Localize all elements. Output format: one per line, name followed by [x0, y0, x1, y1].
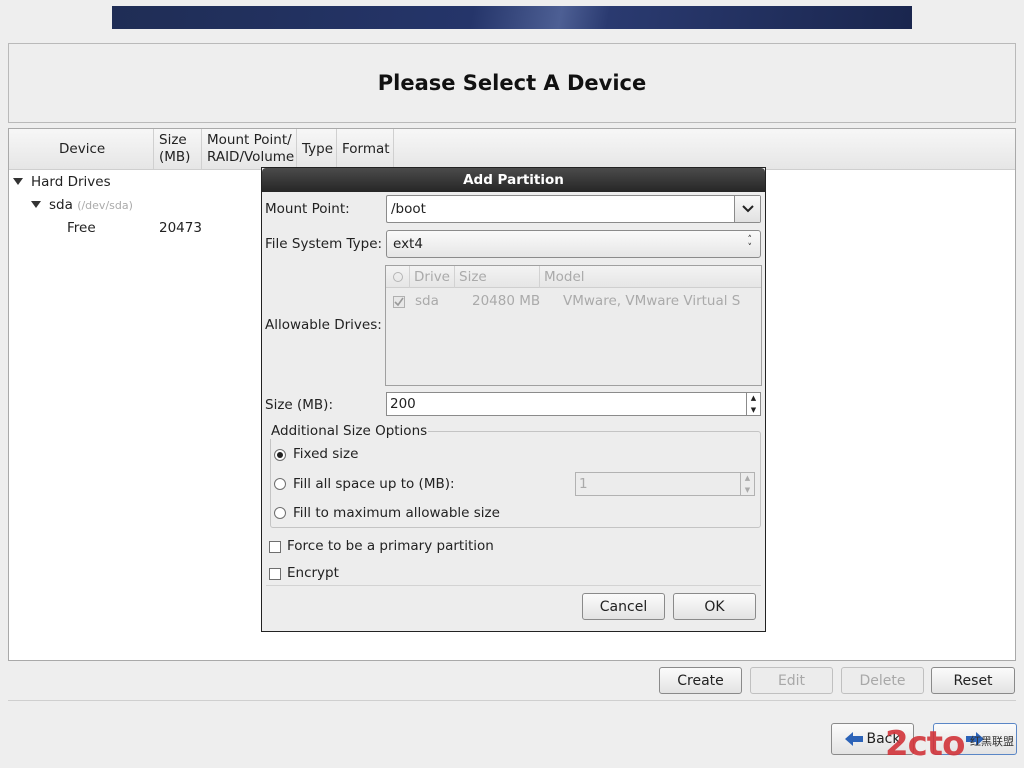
dialog-titlebar[interactable]: Add Partition	[262, 168, 765, 192]
force-primary-label[interactable]: Force to be a primary partition	[287, 538, 494, 554]
expander-triangle-icon[interactable]	[13, 178, 23, 185]
fill-up-to-spinner: 1 ▲ ▼	[575, 472, 755, 496]
device-tree-header: Device Size (MB) Mount Point/ RAID/Volum…	[9, 129, 1015, 170]
allowable-drives-list[interactable]: Drive Size Model sda 20480 MB VMware, VM…	[385, 265, 762, 386]
dialog-separator	[266, 585, 761, 586]
fs-type-label: File System Type:	[265, 236, 383, 252]
drive-name: sda	[415, 293, 439, 309]
column-header-drive[interactable]: Drive	[410, 266, 455, 288]
page-header: Please Select A Device	[8, 43, 1016, 123]
column-header-device-label: Device	[59, 140, 106, 157]
fs-type-select[interactable]: ext4 ˄ ˅	[386, 230, 761, 258]
column-header-size[interactable]: Size	[455, 266, 540, 288]
mount-point-value[interactable]: /boot	[391, 201, 426, 217]
tree-row-hard-drives[interactable]: Hard Drives	[13, 174, 111, 190]
spinner-arrows-icon[interactable]: ▲ ▼	[746, 393, 760, 415]
fs-type-value: ext4	[393, 236, 423, 252]
mount-point-label: Mount Point:	[265, 201, 350, 217]
tree-row-label: sda	[49, 197, 73, 213]
create-button[interactable]: Create	[659, 667, 742, 694]
tree-row-size: 20473	[159, 220, 202, 236]
fill-max-label[interactable]: Fill to maximum allowable size	[293, 505, 500, 521]
chevron-down-icon[interactable]	[734, 196, 760, 222]
encrypt-label[interactable]: Encrypt	[287, 565, 339, 581]
fixed-size-label[interactable]: Fixed size	[293, 446, 358, 462]
delete-button[interactable]: Delete	[841, 667, 924, 694]
fill-up-to-radio[interactable]	[274, 478, 286, 490]
drive-checkbox[interactable]	[393, 296, 405, 308]
tree-row-free-size: 20473	[159, 220, 202, 236]
add-partition-dialog: Add Partition Mount Point: /boot File Sy…	[261, 167, 766, 632]
column-header-size[interactable]: Size (MB)	[154, 129, 202, 169]
column-header-mount-label-2: RAID/Volume	[207, 149, 295, 165]
column-header-type[interactable]: Type	[297, 129, 337, 169]
back-arrow-icon	[844, 732, 863, 746]
expander-triangle-icon[interactable]	[31, 201, 41, 208]
size-label: Size (MB):	[265, 397, 333, 413]
additional-size-options-label: Additional Size Options	[270, 423, 429, 439]
updown-arrows-icon: ˄ ˅	[747, 235, 753, 253]
separator	[8, 700, 1016, 701]
drive-model: VMware, VMware Virtual S	[563, 293, 741, 309]
fill-max-radio[interactable]	[274, 507, 286, 519]
checkmark-icon	[394, 297, 404, 307]
column-header-format[interactable]: Format	[337, 129, 394, 169]
drive-size: 20480 MB	[472, 293, 541, 309]
dialog-title: Add Partition	[463, 172, 564, 188]
fill-up-to-value: 1	[579, 476, 588, 492]
cancel-button[interactable]: Cancel	[582, 593, 665, 620]
tree-row-free[interactable]: Free	[67, 220, 96, 236]
allowable-drives-label: Allowable Drives:	[265, 317, 382, 333]
column-header-mount-point[interactable]: Mount Point/ RAID/Volume	[202, 129, 297, 169]
tree-row-sda[interactable]: sda (/dev/sda)	[31, 197, 133, 213]
tree-row-label: Free	[67, 220, 96, 236]
tree-row-label: Hard Drives	[31, 174, 111, 190]
page-title: Please Select A Device	[377, 71, 647, 95]
watermark-logo: 2cto	[885, 724, 965, 764]
fixed-size-radio[interactable]	[274, 449, 286, 461]
mount-point-combo[interactable]: /boot	[386, 195, 761, 223]
watermark-subtext: 红黑联盟	[970, 735, 1014, 748]
column-header-size-label-1: Size	[159, 132, 187, 148]
ok-button[interactable]: OK	[673, 593, 756, 620]
circle-icon	[392, 272, 403, 282]
fill-up-to-label[interactable]: Fill all space up to (MB):	[293, 476, 455, 492]
column-header-size-label-2: (MB)	[159, 149, 191, 165]
drives-list-header: Drive Size Model	[386, 266, 761, 288]
force-primary-checkbox[interactable]	[269, 541, 281, 553]
column-header-mount-label-1: Mount Point/	[207, 132, 292, 148]
column-header-device[interactable]: Device	[9, 129, 154, 169]
size-value[interactable]: 200	[390, 396, 416, 412]
column-header-model[interactable]: Model	[540, 266, 761, 288]
column-header-type-label: Type	[302, 140, 334, 157]
spinner-arrows-icon: ▲ ▼	[740, 473, 754, 495]
column-header-format-label: Format	[342, 140, 390, 157]
encrypt-checkbox[interactable]	[269, 568, 281, 580]
size-spinner[interactable]: 200 ▲ ▼	[386, 392, 761, 416]
edit-button[interactable]: Edit	[750, 667, 833, 694]
header-checkbox-column	[386, 266, 410, 288]
reset-button[interactable]: Reset	[931, 667, 1015, 694]
tree-row-subtitle: (/dev/sda)	[77, 199, 133, 212]
top-banner	[112, 6, 912, 29]
